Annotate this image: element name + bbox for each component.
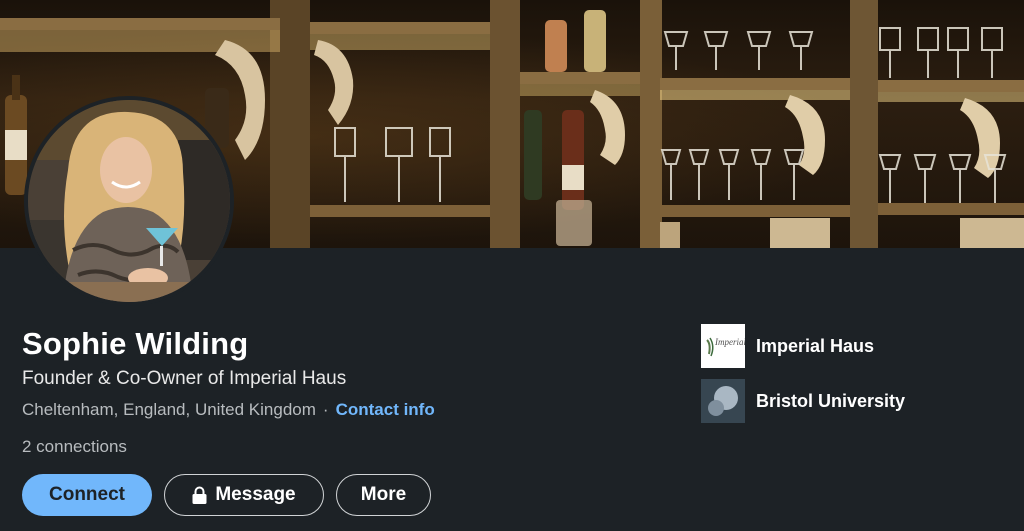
- profile-location: Cheltenham, England, United Kingdom: [22, 400, 316, 419]
- location-row: Cheltenham, England, United Kingdom · Co…: [22, 400, 435, 420]
- org-name-bristol-university: Bristol University: [756, 390, 906, 411]
- message-button[interactable]: Message: [164, 474, 324, 516]
- profile-actions: Connect Message More: [22, 474, 431, 516]
- profile-headline: Founder & Co-Owner of Imperial Haus: [22, 368, 347, 389]
- org-name-imperial-haus: Imperial Haus: [756, 335, 875, 356]
- imperial-haus-logo: Imperial Haus: [701, 324, 745, 368]
- message-button-label: Message: [215, 484, 296, 505]
- organizations-list: Imperial Haus Imperial Haus Bristol Univ…: [701, 324, 905, 434]
- svg-text:Imperial Haus: Imperial Haus: [714, 337, 745, 347]
- contact-info-link[interactable]: Contact info: [336, 400, 435, 420]
- org-imperial-haus[interactable]: Imperial Haus Imperial Haus: [701, 324, 905, 368]
- org-bristol-university[interactable]: Bristol University: [701, 379, 905, 423]
- lock-icon: [192, 486, 207, 504]
- bristol-university-logo: [701, 379, 745, 423]
- more-button[interactable]: More: [336, 474, 431, 516]
- connections-count: 2 connections: [22, 437, 127, 456]
- separator-dot: ·: [322, 400, 329, 419]
- profile-avatar[interactable]: [24, 96, 234, 306]
- profile-photo-illustration: [28, 100, 230, 302]
- profile-name: Sophie Wilding: [22, 326, 249, 361]
- connect-button[interactable]: Connect: [22, 474, 152, 516]
